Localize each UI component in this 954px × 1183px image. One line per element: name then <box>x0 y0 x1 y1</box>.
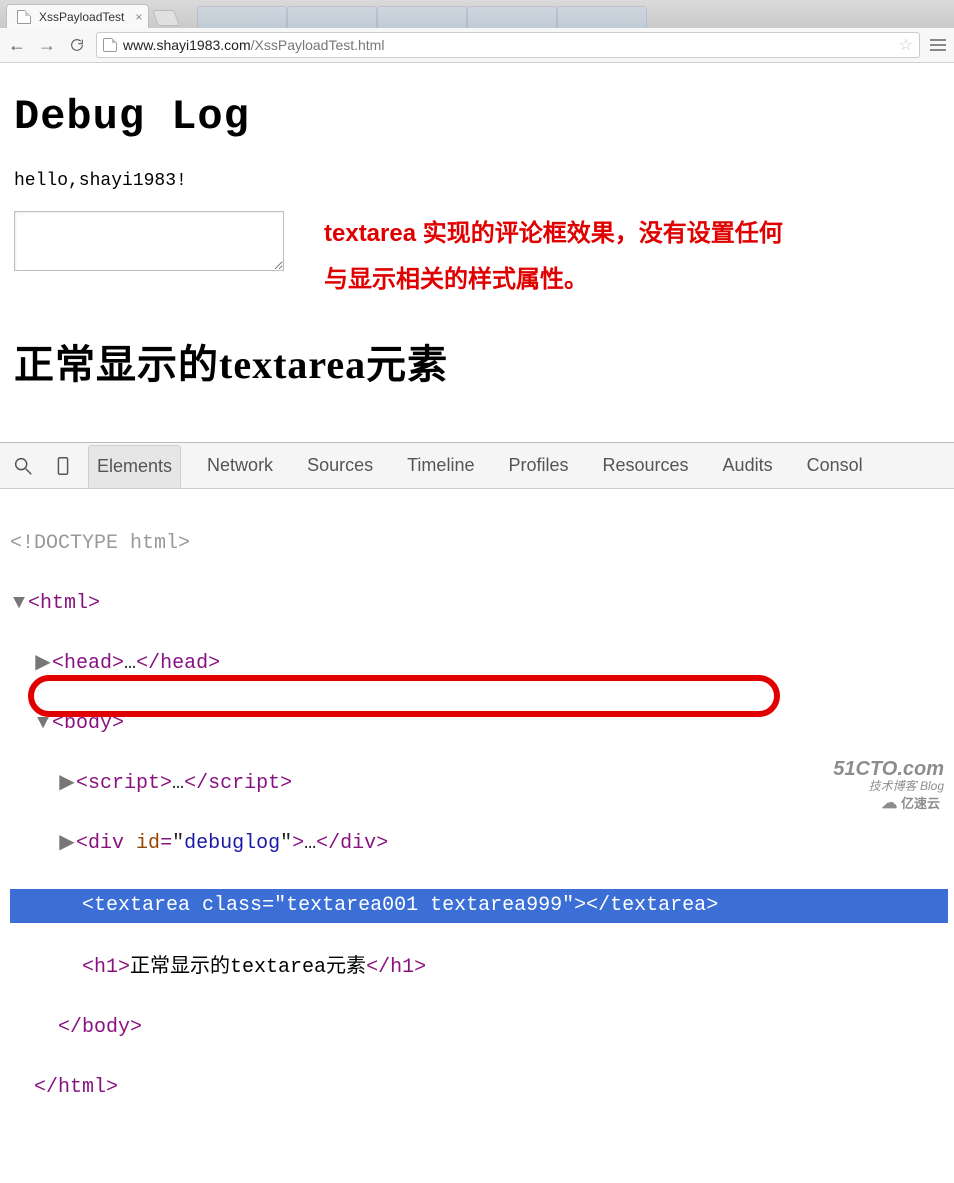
annotation-line-1: textarea 实现的评论框效果，没有设置任何 <box>324 220 783 247</box>
background-tabs <box>197 6 647 28</box>
dom-html-open[interactable]: ▼<html> <box>10 589 948 619</box>
back-button[interactable]: ← <box>6 34 28 56</box>
browser-toolbar: ← → www.shayi1983.com/XssPayloadTest.htm… <box>0 28 954 62</box>
comment-textarea[interactable] <box>14 211 284 271</box>
page-content: Debug Log hello,shayi1983! textarea 实现的评… <box>0 63 954 402</box>
tab-strip: XssPayloadTest × <box>0 0 954 28</box>
dom-head[interactable]: ▶<head>…</head> <box>10 649 948 679</box>
dom-script[interactable]: ▶<script>…</script> <box>10 769 948 799</box>
dom-textarea-selected[interactable]: <textarea class="textarea001 textarea999… <box>10 889 948 923</box>
tab-timeline[interactable]: Timeline <box>399 445 482 487</box>
file-icon <box>17 10 31 24</box>
tab-profiles[interactable]: Profiles <box>500 445 576 487</box>
reload-button[interactable] <box>66 34 88 56</box>
tab-title: XssPayloadTest <box>39 10 124 24</box>
close-icon[interactable]: × <box>135 10 142 24</box>
page-icon <box>103 38 117 52</box>
tab-sources[interactable]: Sources <box>299 445 381 487</box>
page-title: Debug Log <box>14 93 940 141</box>
devtools-toolbar: Elements Network Sources Timeline Profil… <box>0 443 954 489</box>
url-path: /XssPayloadTest.html <box>251 37 385 53</box>
new-tab-button[interactable] <box>152 10 180 26</box>
address-bar[interactable]: www.shayi1983.com/XssPayloadTest.html ☆ <box>96 32 920 58</box>
forward-button[interactable]: → <box>36 34 58 56</box>
dom-doctype[interactable]: <!DOCTYPE html> <box>10 529 948 559</box>
expand-arrow-icon[interactable]: ▼ <box>34 709 52 739</box>
dom-tree[interactable]: <!DOCTYPE html> ▼<html> ▶<head>…</head> … <box>0 489 954 1183</box>
watermark: 51CTO.com 技术博客 Blog ☁ 亿速云 <box>833 758 944 815</box>
dom-body-close[interactable]: </body> <box>10 1013 948 1043</box>
cloud-icon: ☁ <box>881 795 897 812</box>
bookmark-icon[interactable]: ☆ <box>899 35 913 55</box>
second-heading: 正常显示的textarea元素 <box>14 332 940 390</box>
browser-chrome: XssPayloadTest × ← → www.shayi1983.com/X… <box>0 0 954 63</box>
background-tab[interactable] <box>467 6 557 28</box>
background-tab[interactable] <box>287 6 377 28</box>
watermark-line-1: 51CTO.com <box>833 758 944 780</box>
annotation-text: textarea 实现的评论框效果，没有设置任何 与显示相关的样式属性。 <box>324 211 783 302</box>
device-mode-icon[interactable] <box>48 451 78 481</box>
dom-body-open[interactable]: ▼<body> <box>10 709 948 739</box>
dom-h1[interactable]: <h1>正常显示的textarea元素</h1> <box>10 953 948 983</box>
chrome-menu-button[interactable] <box>928 39 948 51</box>
devtools-tabs: Elements Network Sources Timeline Profil… <box>88 445 871 487</box>
expand-arrow-icon[interactable]: ▶ <box>58 769 76 799</box>
watermark-line-2: 技术博客 Blog <box>833 780 944 793</box>
expand-arrow-icon[interactable]: ▶ <box>58 829 76 859</box>
inspect-icon[interactable] <box>8 451 38 481</box>
tab-elements[interactable]: Elements <box>88 445 181 488</box>
url-host: www.shayi1983.com <box>123 37 251 53</box>
dom-div-debuglog[interactable]: ▶<div id="debuglog">…</div> <box>10 829 948 859</box>
tab-audits[interactable]: Audits <box>715 445 781 487</box>
hello-text: hello,shayi1983! <box>14 171 940 191</box>
background-tab[interactable] <box>377 6 467 28</box>
reload-icon <box>69 37 85 53</box>
annotation-line-2: 与显示相关的样式属性。 <box>324 266 588 293</box>
tab-network[interactable]: Network <box>199 445 281 487</box>
tab-resources[interactable]: Resources <box>595 445 697 487</box>
dom-html-close[interactable]: </html> <box>10 1073 948 1103</box>
expand-arrow-icon[interactable]: ▶ <box>34 649 52 679</box>
background-tab[interactable] <box>197 6 287 28</box>
expand-arrow-icon[interactable]: ▼ <box>10 589 28 619</box>
devtools-panel: Elements Network Sources Timeline Profil… <box>0 442 954 821</box>
watermark-line-3: ☁ 亿速云 <box>833 793 944 815</box>
tab-console[interactable]: Consol <box>799 445 871 487</box>
background-tab[interactable] <box>557 6 647 28</box>
browser-tab-active[interactable]: XssPayloadTest × <box>6 4 149 28</box>
